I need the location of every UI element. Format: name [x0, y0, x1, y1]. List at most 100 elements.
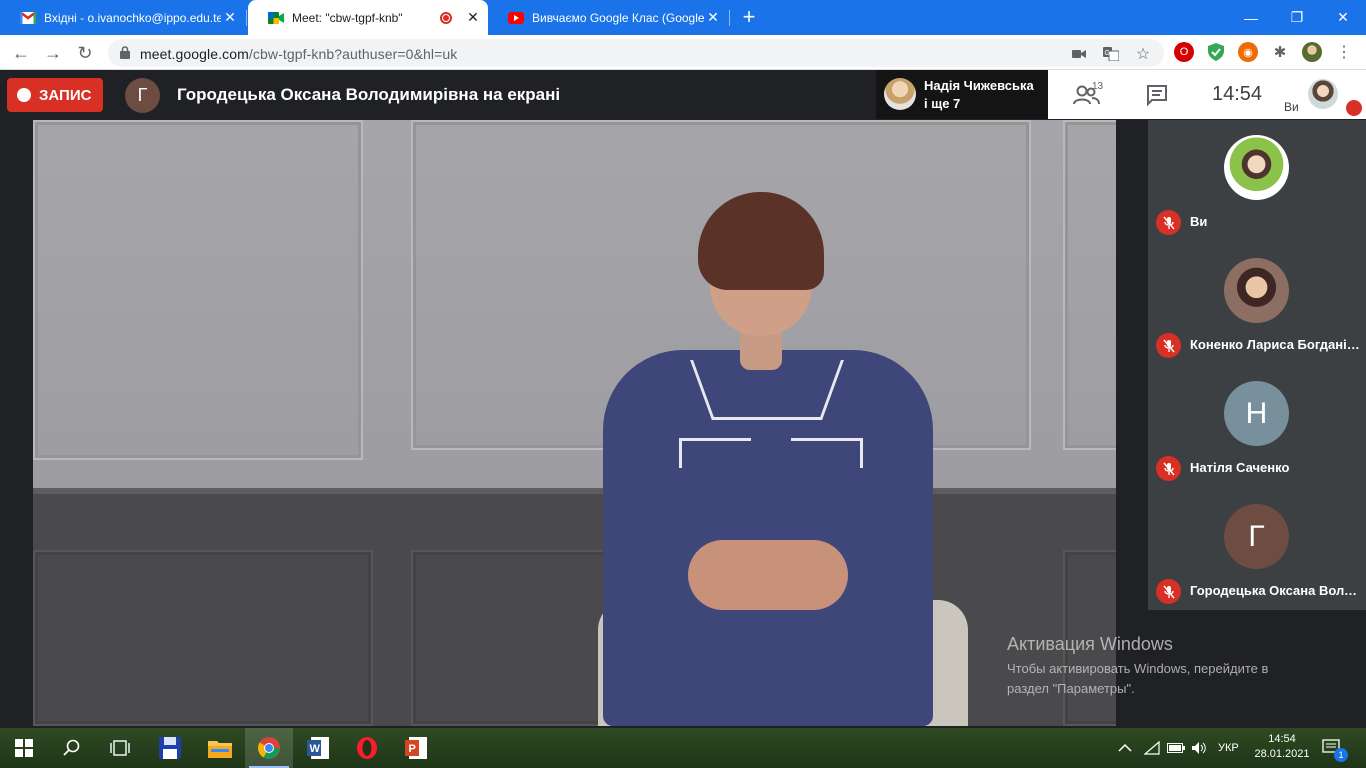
windows-taskbar: W P УКР 14:54 28.01.2021 1 — [0, 728, 1366, 768]
participant-tile[interactable]: Ви — [1148, 120, 1366, 242]
svg-text:G: G — [1105, 50, 1110, 57]
activation-title: Активация Windows — [1007, 634, 1173, 654]
participant-tile[interactable]: Н Натіля Саченко — [1148, 366, 1366, 488]
participant-name: Городецька Оксана Володимирівна — [1190, 583, 1362, 598]
activation-line1: Чтобы активировать Windows, перейдите в — [1007, 661, 1269, 676]
url-host: meet.google.com — [140, 46, 249, 62]
opera-icon[interactable] — [343, 728, 391, 768]
new-tab-button[interactable]: + — [737, 4, 761, 30]
tab-title: Вхідні - o.ivanochko@ippo.edu.te — [44, 10, 221, 25]
participant-avatar: Г — [1224, 504, 1289, 569]
tab-gmail[interactable]: Вхідні - o.ivanochko@ippo.edu.te ✕ — [0, 0, 245, 35]
participants-count: 13 — [1092, 81, 1104, 92]
chat-icon[interactable] — [1146, 84, 1168, 106]
presenting-title: Городецька Оксана Володимирівна на екран… — [177, 85, 561, 104]
gmail-icon — [20, 10, 36, 26]
active-speaker-chip[interactable]: Надія Чижевська і ще 7 — [876, 70, 1048, 119]
recording-indicator-icon — [440, 11, 452, 24]
participant-name: Натіля Саченко — [1190, 460, 1290, 475]
tab-title: Вивчаємо Google Клас (Google — [532, 10, 704, 25]
language-indicator[interactable]: УКР — [1218, 728, 1239, 768]
profile-avatar[interactable] — [1302, 42, 1322, 62]
tab-separator — [729, 10, 730, 26]
speaker-avatar — [884, 78, 916, 110]
restore-button[interactable]: ❐ — [1274, 0, 1320, 35]
tab-close-icon[interactable]: ✕ — [221, 9, 239, 26]
shield-icon[interactable] — [1206, 42, 1226, 62]
close-window-button[interactable]: ✕ — [1320, 0, 1366, 35]
tab-close-icon[interactable]: ✕ — [704, 9, 722, 26]
mic-off-icon — [1156, 210, 1181, 235]
participant-tile[interactable]: Коненко Лариса Богданівна — [1148, 243, 1366, 365]
taskbar-clock[interactable]: 14:54 28.01.2021 — [1254, 732, 1310, 762]
svg-text:P: P — [409, 743, 416, 755]
screen: Вхідні - o.ivanochko@ippo.edu.te ✕ Meet:… — [0, 0, 1366, 768]
browser-toolbar: ← → ↻ meet.google.com/cbw-tgpf-knb?authu… — [0, 35, 1366, 70]
file-explorer-icon[interactable] — [196, 728, 244, 768]
meet-controls: 13 14:54 Ви — [1048, 70, 1366, 119]
recording-badge: ЗАПИС — [7, 78, 103, 112]
tab-separator — [246, 10, 247, 26]
hands — [688, 540, 848, 610]
menu-dots-icon[interactable]: ⋮ — [1334, 42, 1354, 62]
tab-title: Meet: "cbw-tgpf-knb" — [292, 10, 403, 25]
windows-activation-watermark: Активация Windows Чтобы активировать Win… — [1007, 634, 1268, 699]
mic-off-icon — [1346, 100, 1362, 116]
tab-close-icon[interactable]: ✕ — [464, 9, 482, 26]
mic-off-icon — [1156, 579, 1181, 604]
bookmark-star-icon[interactable]: ☆ — [1134, 45, 1152, 63]
address-bar[interactable]: meet.google.com/cbw-tgpf-knb?authuser=0&… — [108, 39, 1164, 67]
lock-icon — [120, 46, 130, 59]
presenter-avatar: Г — [125, 78, 160, 113]
task-view-icon[interactable] — [96, 728, 144, 768]
meet-icon — [268, 10, 284, 26]
back-arrow-icon[interactable]: ← — [8, 40, 34, 66]
camera-icon[interactable] — [1070, 45, 1088, 63]
url-path: /cbw-tgpf-knb?authuser=0&hl=uk — [248, 46, 458, 62]
puzzle-extensions-icon[interactable]: ✱ — [1270, 42, 1290, 62]
pocket — [679, 438, 751, 468]
low-panel — [33, 550, 373, 726]
browser-tab-strip: Вхідні - o.ivanochko@ippo.edu.te ✕ Meet:… — [0, 0, 1366, 35]
battery-icon[interactable] — [1167, 728, 1185, 768]
pocket — [791, 438, 863, 468]
save-floppy-icon[interactable] — [146, 728, 194, 768]
powerpoint-icon[interactable]: P — [392, 728, 440, 768]
tray-chevron-up-icon[interactable] — [1118, 728, 1132, 768]
self-label: Ви — [1284, 100, 1299, 114]
taskbar-date: 28.01.2021 — [1254, 748, 1310, 760]
taskbar-time: 14:54 — [1268, 733, 1296, 745]
reload-icon[interactable]: ↻ — [72, 40, 98, 66]
wall-panel — [33, 120, 363, 460]
presentation-video — [33, 120, 1116, 726]
participant-name: Ви — [1190, 214, 1208, 229]
translate-icon[interactable]: G — [1102, 45, 1120, 63]
record-dot-icon — [17, 88, 31, 102]
search-icon[interactable] — [48, 728, 96, 768]
opera-extension-icon[interactable]: O — [1174, 42, 1194, 62]
speaker-name: Надія Чижевська — [924, 78, 1034, 93]
meet-clock: 14:54 — [1212, 83, 1263, 105]
participant-name: Коненко Лариса Богданівна — [1190, 337, 1362, 352]
network-icon[interactable] — [1144, 728, 1160, 768]
notifications-icon[interactable]: 1 — [1322, 728, 1348, 768]
word-icon[interactable]: W — [294, 728, 342, 768]
minimize-button[interactable]: — — [1228, 0, 1274, 35]
tab-meet[interactable]: Meet: "cbw-tgpf-knb" ✕ — [248, 0, 488, 35]
recording-label: ЗАПИС — [39, 86, 92, 104]
wall-panel — [1063, 120, 1116, 450]
speaker-more: і ще 7 — [924, 96, 961, 111]
forward-arrow-icon[interactable]: → — [40, 40, 66, 66]
volume-icon[interactable] — [1191, 728, 1207, 768]
participant-tile[interactable]: Г Городецька Оксана Володимирівна — [1148, 489, 1366, 611]
url-text: meet.google.com/cbw-tgpf-knb?authuser=0&… — [140, 46, 457, 62]
participant-avatar — [1224, 135, 1289, 200]
windows-start-icon[interactable] — [0, 728, 48, 768]
chrome-icon[interactable] — [245, 728, 293, 768]
fox-extension-icon[interactable]: ◉ — [1238, 42, 1258, 62]
self-avatar[interactable] — [1308, 79, 1338, 109]
svg-text:W: W — [310, 743, 321, 755]
tab-youtube[interactable]: Вивчаємо Google Клас (Google ✕ — [488, 0, 728, 35]
mic-off-icon — [1156, 456, 1181, 481]
participant-avatar — [1224, 258, 1289, 323]
